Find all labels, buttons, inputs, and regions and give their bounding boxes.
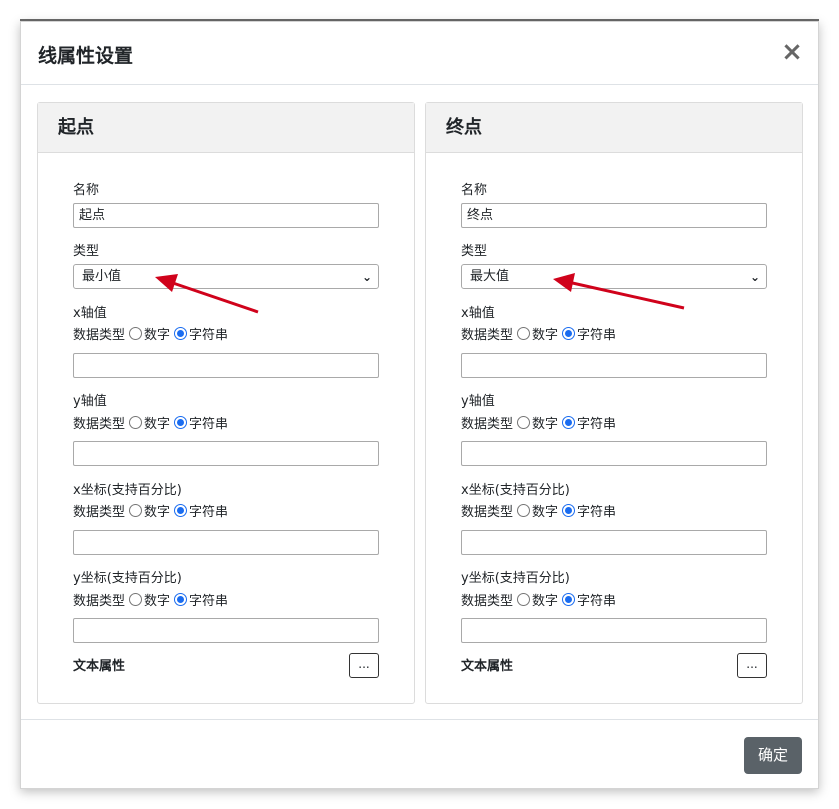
annotation-arrow-right (553, 273, 685, 310)
annotation-arrows (155, 273, 685, 314)
annotation-arrow-left (155, 274, 259, 314)
